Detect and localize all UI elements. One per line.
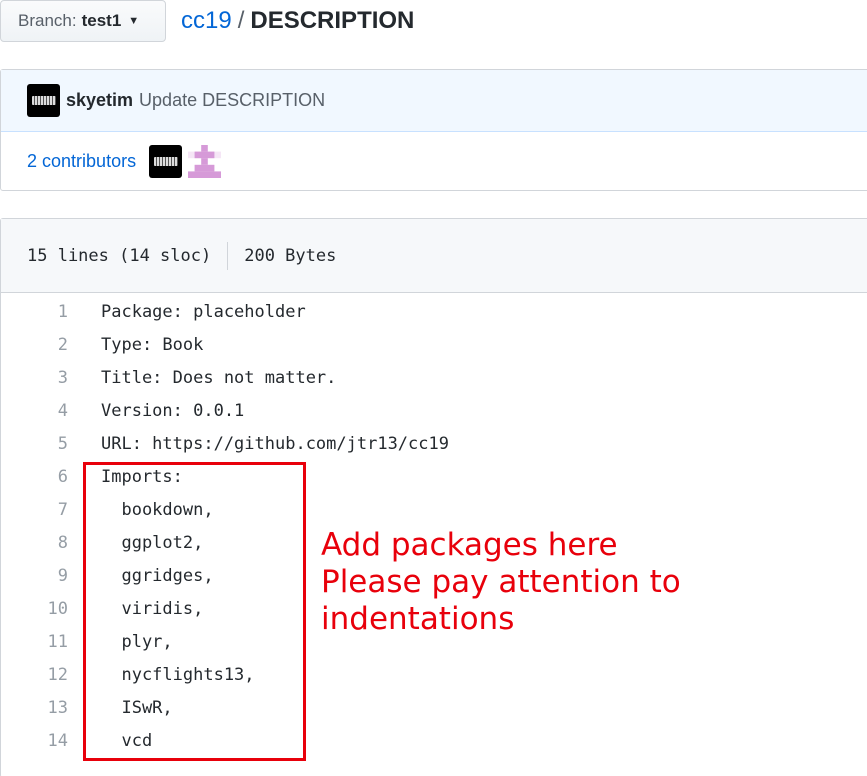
file-line-count: 15 lines (14 sloc) — [27, 245, 212, 266]
code-line: 1 Package: placeholder — [1, 295, 867, 328]
commit-author-link[interactable]: skyetim — [66, 90, 133, 111]
file-info-bar: 15 lines (14 sloc) 200 Bytes — [1, 219, 867, 293]
line-number[interactable]: 14 — [1, 731, 68, 751]
line-number[interactable]: 10 — [1, 599, 68, 619]
line-number[interactable]: 8 — [1, 533, 68, 553]
file-size: 200 Bytes — [244, 245, 337, 266]
caret-down-icon: ▼ — [128, 15, 140, 27]
code-line: 4 Version: 0.0.1 — [1, 394, 867, 427]
annotation-note: Add packages here Please pay attention t… — [321, 527, 867, 638]
latest-commit-row: skyetim Update DESCRIPTION — [1, 70, 867, 132]
line-number[interactable]: 9 — [1, 566, 68, 586]
line-content: Title: Does not matter. — [101, 367, 337, 388]
code-line: 2 Type: Book — [1, 328, 867, 361]
line-number[interactable]: 11 — [1, 632, 68, 652]
line-number[interactable]: 6 — [1, 467, 68, 487]
line-content: Type: Book — [101, 334, 204, 355]
line-content: Package: placeholder — [101, 301, 306, 322]
contributor-avatars — [149, 144, 222, 178]
line-content: Version: 0.0.1 — [101, 400, 245, 421]
line-number[interactable]: 2 — [1, 335, 68, 355]
line-number[interactable]: 4 — [1, 401, 68, 421]
line-number[interactable]: 5 — [1, 434, 68, 454]
contributor-avatar[interactable] — [149, 144, 183, 178]
breadcrumb-separator: / — [237, 7, 245, 34]
commit-tease: skyetim Update DESCRIPTION 2 contributor… — [0, 69, 867, 191]
line-number[interactable]: 7 — [1, 500, 68, 520]
branch-name: test1 — [81, 11, 122, 30]
breadcrumb-repo-link[interactable]: cc19 — [181, 7, 232, 34]
breadcrumb-file-name: DESCRIPTION — [250, 7, 415, 34]
line-number[interactable]: 3 — [1, 368, 68, 388]
line-number[interactable]: 13 — [1, 698, 68, 718]
annotation-line-2: Please pay attention to indentations — [321, 564, 681, 637]
branch-label: Branch: — [18, 11, 77, 30]
contributors-count: 2 — [27, 150, 38, 171]
code-line: 3 Title: Does not matter. — [1, 361, 867, 394]
branch-selector-button[interactable]: Branch: test1 ▼ — [0, 0, 166, 42]
breadcrumb: cc19/DESCRIPTION — [181, 6, 414, 36]
line-number[interactable]: 1 — [1, 302, 68, 322]
code-line: 5 URL: https://github.com/jtr13/cc19 — [1, 427, 867, 460]
highlight-annotation-box — [83, 462, 306, 761]
line-number[interactable]: 12 — [1, 665, 68, 685]
annotation-line-1: Add packages here — [321, 527, 618, 563]
identicon-avatar[interactable] — [188, 144, 222, 178]
contributors-link[interactable]: 2 contributors — [27, 151, 136, 172]
contributors-label: contributors — [42, 150, 137, 171]
commit-message-link[interactable]: Update DESCRIPTION — [139, 90, 325, 111]
line-content: URL: https://github.com/jtr13/cc19 — [101, 433, 449, 454]
contributors-row: 2 contributors — [1, 132, 867, 190]
file-info-divider — [227, 241, 229, 270]
author-avatar[interactable] — [27, 84, 60, 117]
